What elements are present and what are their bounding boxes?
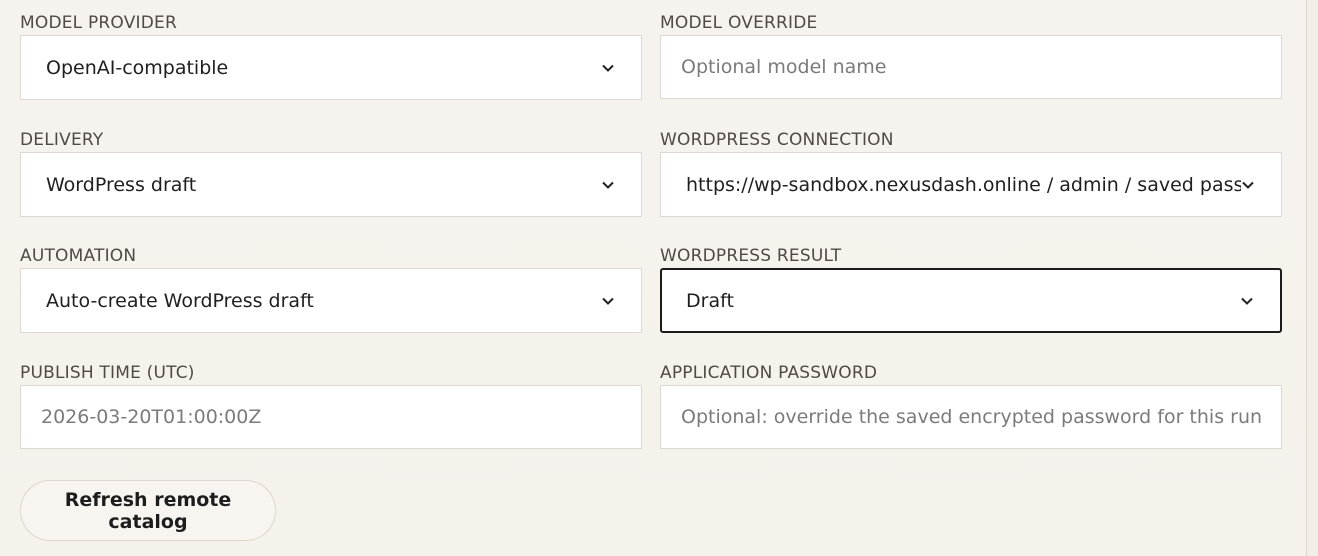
model-override-label: MODEL OVERRIDE xyxy=(660,13,818,33)
delivery-value: WordPress draft xyxy=(46,173,197,196)
model-provider-select[interactable]: OpenAI-compatible xyxy=(20,35,642,100)
delivery-label: DELIVERY xyxy=(20,130,104,150)
automation-select[interactable]: Auto-create WordPress draft xyxy=(20,268,642,333)
chevron-down-icon xyxy=(601,294,615,308)
refresh-remote-catalog-button[interactable]: Refresh remote catalog xyxy=(20,480,276,541)
scrollbar-track[interactable] xyxy=(1306,0,1318,556)
model-provider-label: MODEL PROVIDER xyxy=(20,13,177,33)
application-password-label: APPLICATION PASSWORD xyxy=(660,363,878,383)
chevron-down-icon xyxy=(1241,178,1255,192)
application-password-placeholder: Optional: override the saved encrypted p… xyxy=(681,406,1263,428)
automation-value: Auto-create WordPress draft xyxy=(46,289,314,312)
wordpress-connection-label: WORDPRESS CONNECTION xyxy=(660,130,894,150)
publish-time-placeholder: 2026-03-20T01:00:00Z xyxy=(41,406,262,428)
wordpress-connection-value: https://wp-sandbox.nexusdash.online / ad… xyxy=(686,173,1241,196)
model-override-input[interactable]: Optional model name xyxy=(660,35,1282,99)
wordpress-result-label: WORDPRESS RESULT xyxy=(660,246,842,266)
automation-label: AUTOMATION xyxy=(20,246,137,266)
chevron-down-icon xyxy=(1240,294,1254,308)
settings-panel: MODEL PROVIDER OpenAI-compatible MODEL O… xyxy=(0,0,1306,556)
wordpress-connection-select[interactable]: https://wp-sandbox.nexusdash.online / ad… xyxy=(660,152,1282,217)
publish-time-label: PUBLISH TIME (UTC) xyxy=(20,363,195,383)
chevron-down-icon xyxy=(601,61,615,75)
model-override-placeholder: Optional model name xyxy=(681,56,887,78)
publish-time-input[interactable]: 2026-03-20T01:00:00Z xyxy=(20,385,642,449)
delivery-select[interactable]: WordPress draft xyxy=(20,152,642,217)
chevron-down-icon xyxy=(601,178,615,192)
model-provider-value: OpenAI-compatible xyxy=(46,56,229,79)
application-password-input[interactable]: Optional: override the saved encrypted p… xyxy=(660,385,1282,449)
wordpress-result-value: Draft xyxy=(686,289,734,312)
wordpress-result-select[interactable]: Draft xyxy=(660,268,1282,333)
